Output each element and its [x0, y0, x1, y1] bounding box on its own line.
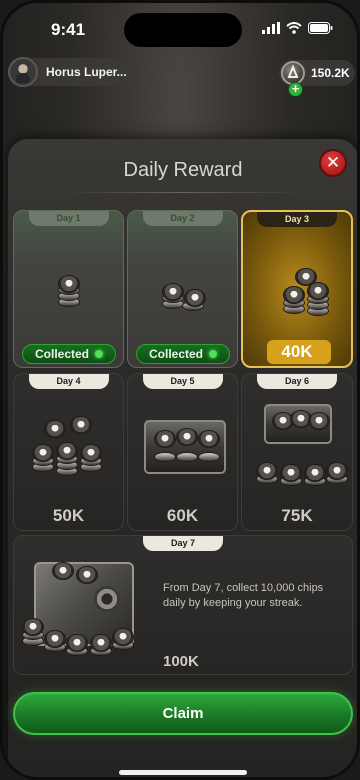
day-card-4[interactable]: Day 4 50K	[13, 373, 124, 531]
status-icons	[262, 22, 333, 34]
day-card-2[interactable]: Day 2 Collected	[127, 210, 238, 368]
status-time: 9:41	[51, 20, 86, 39]
day-card-1[interactable]: Day 1 Collected	[13, 210, 124, 368]
day-label: Day 5	[142, 374, 223, 389]
day-amount: 50K	[52, 506, 85, 525]
day-card-5[interactable]: Day 5 60K	[127, 373, 238, 531]
day-amount: 60K	[166, 506, 199, 525]
phone-screen: 9:41 Horus Luper... 150.2K + Daily Rewar…	[0, 0, 360, 780]
profile-pill[interactable]: Horus Luper...	[8, 57, 135, 87]
dynamic-island	[124, 13, 242, 47]
modal-title: Daily Reward	[123, 159, 243, 181]
plus-icon[interactable]: +	[288, 82, 303, 97]
day-label: Day 1	[28, 211, 109, 226]
status-bar: 9:41	[3, 3, 357, 55]
close-icon: ✕	[325, 153, 341, 172]
collected-label: Collected	[34, 347, 89, 361]
collected-label: Collected	[148, 347, 203, 361]
title-divider	[63, 192, 303, 193]
wifi-icon	[286, 22, 302, 34]
collected-badge: Collected	[22, 344, 116, 364]
chip-case-icon	[144, 420, 226, 474]
claim-label: Claim	[162, 705, 204, 722]
day7-description: From Day 7, collect 10,000 chips daily b…	[163, 582, 324, 609]
day-amount: 40K	[281, 342, 313, 361]
day-amount: 75K	[281, 506, 313, 525]
check-icon	[209, 350, 217, 358]
home-indicator[interactable]	[119, 770, 247, 775]
day7-amount: 100K	[163, 653, 199, 670]
player-name: Horus Luper...	[46, 65, 127, 79]
collected-badge: Collected	[136, 344, 230, 364]
day-label: Day 7	[143, 536, 223, 551]
day-card-3[interactable]: Day 3 40K	[241, 210, 353, 368]
avatar[interactable]	[8, 57, 38, 87]
claim-button[interactable]: Claim	[13, 692, 353, 735]
day-label: Day 6	[257, 374, 337, 389]
day-label: Day 3	[257, 212, 337, 227]
balance-pill[interactable]: 150.2K	[279, 60, 355, 86]
day-label: Day 2	[142, 211, 223, 226]
close-button[interactable]: ✕	[319, 149, 347, 177]
balance-amount: 150.2K	[311, 66, 350, 80]
day-label: Day 4	[28, 374, 109, 389]
check-icon	[95, 350, 103, 358]
signal-icon	[262, 22, 280, 34]
chip-case-icon	[264, 404, 332, 444]
day-card-6[interactable]: Day 6 75K	[241, 373, 353, 531]
battery-icon	[308, 22, 333, 34]
